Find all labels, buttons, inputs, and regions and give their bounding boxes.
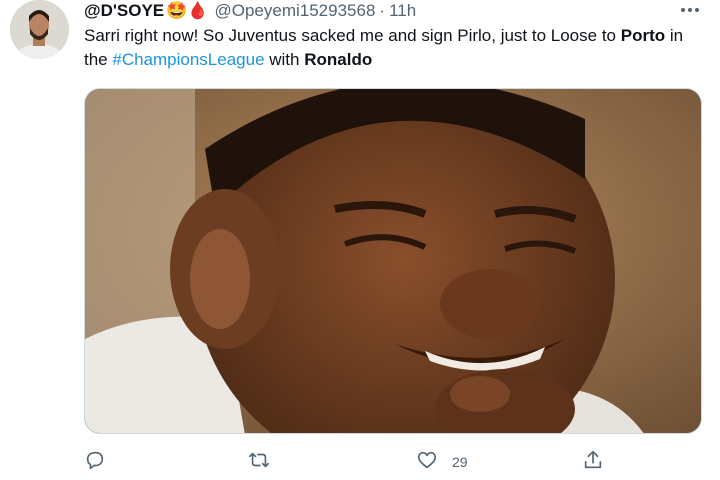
like-count: 29 (452, 454, 468, 470)
retweet-icon (248, 449, 270, 476)
tweet[interactable]: @D'SOYE 🤩🩸 @Opeyemi15293568 · 11h Sarri … (0, 0, 720, 480)
tweet-text-porto: Porto (620, 26, 666, 45)
tweet-media[interactable] (84, 88, 702, 434)
tweet-text-part1: Sarri right now! So Juventus sacked me a… (84, 26, 621, 45)
separator-dot: · (379, 1, 386, 20)
tweet-text-part3: with (264, 50, 305, 69)
media-photo (85, 89, 701, 433)
reply-icon (84, 449, 106, 476)
like-button[interactable]: 29 (416, 448, 468, 476)
more-icon[interactable] (678, 0, 702, 20)
name-emojis: 🤩🩸 (166, 1, 209, 20)
tweet-text: Sarri right now! So Juventus sacked me a… (84, 24, 704, 72)
share-icon (582, 449, 604, 476)
reply-button[interactable] (84, 448, 106, 476)
avatar-image (10, 0, 69, 59)
timestamp[interactable]: 11h (389, 1, 416, 21)
tweet-header: @D'SOYE 🤩🩸 @Opeyemi15293568 · 11h (84, 0, 416, 22)
user-handle[interactable]: @Opeyemi15293568 (214, 1, 375, 21)
display-name[interactable]: @D'SOYE (84, 1, 164, 21)
tweet-text-ronaldo: Ronaldo (304, 50, 373, 69)
hashtag-link[interactable]: #ChampionsLeague (112, 50, 264, 69)
heart-icon (416, 449, 438, 476)
avatar[interactable] (10, 0, 69, 59)
retweet-button[interactable] (248, 448, 270, 476)
share-button[interactable] (582, 448, 604, 476)
tweet-actions: 29 (84, 448, 614, 476)
